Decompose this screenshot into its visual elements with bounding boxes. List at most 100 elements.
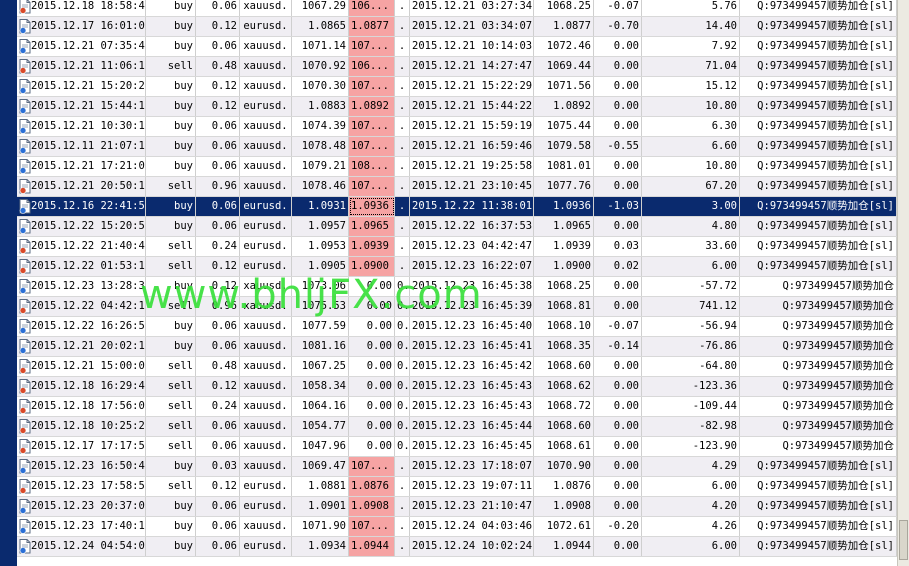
table-row[interactable]: 2015.12.18 18:58:41 buy 0.06 xauusd. 1067.29… (17, 0, 897, 17)
profit-cell: 3.00 (642, 197, 740, 216)
comment-cell: Q:973499457顺势加仓[sl] (740, 0, 897, 16)
table-row[interactable]: 2015.12.23 13:28:33 buy 0.12 xauusd. 1073.06… (17, 277, 897, 297)
table-row[interactable]: 2015.12.21 15:44:15 buy 0.12 eurusd. 1.0883 1… (17, 97, 897, 117)
table-row[interactable]: 2015.12.22 01:53:14 sell 0.12 eurusd. 1.0905… (17, 257, 897, 277)
table-row[interactable]: 2015.12.21 10:30:11 buy 0.06 xauusd. 1074.39… (17, 117, 897, 137)
lots-cell: 0.06 (196, 317, 240, 336)
buy-icon (19, 99, 31, 114)
commission-cell: 0.00 (594, 457, 642, 476)
type-cell: buy (146, 457, 196, 476)
table-row[interactable]: 2015.12.23 17:58:52 sell 0.12 eurusd. 1.0881… (17, 477, 897, 497)
profit-cell: 10.80 (642, 157, 740, 176)
open-time-cell: 2015.12.21 17:21:04 (17, 157, 146, 176)
comment-cell: Q:973499457顺势加仓[sl] (740, 517, 897, 536)
table-row[interactable]: 2015.12.22 21:40:46 sell 0.24 eurusd. 1.0953… (17, 237, 897, 257)
table-row[interactable]: 2015.12.18 17:56:07 sell 0.24 xauusd. 1064.1… (17, 397, 897, 417)
close-time-cell: 2015.12.22 16:37:53 (410, 217, 534, 236)
commission-cell: 0.00 (594, 537, 642, 556)
open-price-cell: 1.0957 (292, 217, 349, 236)
stop-loss-cell: 1.0965 (349, 217, 395, 236)
table-row[interactable]: 2015.12.21 20:02:19 buy 0.06 xauusd. 1081.16… (17, 337, 897, 357)
open-time-cell: 2015.12.23 20:37:02 (17, 497, 146, 516)
close-time-cell: 2015.12.23 16:45:41 (410, 337, 534, 356)
stop-loss-cell: 0.00 (349, 397, 395, 416)
table-row[interactable]: 2015.12.18 10:25:28 sell 0.06 xauusd. 1054.7… (17, 417, 897, 437)
table-row[interactable]: 2015.12.21 15:20:26 buy 0.12 xauusd. 1070.30… (17, 77, 897, 97)
open-price-cell: 1067.25 (292, 357, 349, 376)
close-price-cell: 1.0900 (534, 257, 594, 276)
close-time-cell: 2015.12.21 14:27:47 (410, 57, 534, 76)
type-cell: buy (146, 517, 196, 536)
table-row[interactable]: 2015.12.17 17:17:58 sell 0.06 xauusd. 1047.9… (17, 437, 897, 457)
lots-cell: 0.12 (196, 257, 240, 276)
symbol-cell: xauusd. (240, 417, 292, 436)
close-price-cell: 1068.10 (534, 317, 594, 336)
open-time-cell: 2015.12.21 20:50:10 (17, 177, 146, 196)
table-row[interactable]: 2015.12.23 20:37:02 buy 0.06 eurusd. 1.0901 1… (17, 497, 897, 517)
lots-cell: 0.06 (196, 0, 240, 16)
comment-cell: Q:973499457顺势加仓 (740, 437, 897, 456)
open-time-cell: 2015.12.21 11:06:13 (17, 57, 146, 76)
stop-loss-cell: 1.0939 (349, 237, 395, 256)
table-row[interactable]: 2015.12.22 15:20:59 buy 0.06 eurusd. 1.0957 1… (17, 217, 897, 237)
profit-cell: 10.80 (642, 97, 740, 116)
close-time-cell: 2015.12.23 19:07:11 (410, 477, 534, 496)
lots-cell: 0.96 (196, 297, 240, 316)
take-profit-cell: . (395, 177, 410, 196)
table-row[interactable]: 2015.12.21 20:50:10 sell 0.96 xauusd. 1078.4… (17, 177, 897, 197)
buy-icon (19, 39, 31, 54)
open-price-cell: 1064.16 (292, 397, 349, 416)
sell-icon (19, 0, 31, 14)
close-price-cell: 1068.25 (534, 277, 594, 296)
stop-loss-cell: 0.00 (349, 357, 395, 376)
buy-icon (19, 219, 31, 234)
type-cell: buy (146, 157, 196, 176)
lots-cell: 0.12 (196, 277, 240, 296)
scroll-thumb[interactable] (899, 520, 908, 560)
close-price-cell: 1068.25 (534, 0, 594, 16)
comment-cell: Q:973499457顺势加仓[sl] (740, 137, 897, 156)
take-profit-cell: . (395, 137, 410, 156)
stop-loss-cell: 107... (349, 457, 395, 476)
table-row[interactable]: 2015.12.22 16:26:58 buy 0.06 xauusd. 1077.59… (17, 317, 897, 337)
sell-icon (19, 59, 31, 74)
table-row[interactable]: 2015.12.21 15:00:00 sell 0.48 xauusd. 1067.2… (17, 357, 897, 377)
close-time-cell: 2015.12.24 10:02:24 (410, 537, 534, 556)
close-price-cell: 1068.35 (534, 337, 594, 356)
table-row[interactable]: 2015.12.18 16:29:41 sell 0.12 xauusd. 1058.3… (17, 377, 897, 397)
commission-cell: 0.00 (594, 437, 642, 456)
close-time-cell: 2015.12.23 16:22:07 (410, 257, 534, 276)
table-row[interactable]: 2015.12.22 04:42:12 sell 0.96 xauusd. 1075.5… (17, 297, 897, 317)
table-row[interactable]: 2015.12.21 07:35:49 buy 0.06 xauusd. 1071.14… (17, 37, 897, 57)
lots-cell: 0.24 (196, 237, 240, 256)
table-row[interactable]: 2015.12.23 17:40:17 buy 0.06 xauusd. 1071.90… (17, 517, 897, 537)
take-profit-cell: 0.00 (395, 337, 410, 356)
profit-cell: -123.90 (642, 437, 740, 456)
table-row[interactable]: 2015.12.16 22:41:58 buy 0.06 eurusd. 1.0931 1… (17, 197, 897, 217)
type-cell: buy (146, 137, 196, 156)
stop-loss-cell: 107... (349, 37, 395, 56)
lots-cell: 0.06 (196, 197, 240, 216)
open-time-cell: 2015.12.18 18:58:41 (17, 0, 146, 16)
stop-loss-cell: 1.0936 (349, 197, 395, 216)
buy-icon (19, 499, 31, 514)
table-row[interactable]: 2015.12.11 21:07:14 buy 0.06 xauusd. 1078.48… (17, 137, 897, 157)
symbol-cell: xauusd. (240, 157, 292, 176)
left-panel-edge (0, 0, 17, 566)
symbol-cell: xauusd. (240, 437, 292, 456)
table-row[interactable]: 2015.12.21 11:06:13 sell 0.48 xauusd. 1070.9… (17, 57, 897, 77)
symbol-cell: eurusd. (240, 217, 292, 236)
stop-loss-cell: 106... (349, 57, 395, 76)
lots-cell: 0.96 (196, 177, 240, 196)
type-cell: buy (146, 277, 196, 296)
open-price-cell: 1.0931 (292, 197, 349, 216)
stop-loss-cell: 1.0877 (349, 17, 395, 36)
table-row[interactable]: 2015.12.17 16:01:08 buy 0.12 eurusd. 1.0865 1… (17, 17, 897, 37)
vertical-scrollbar[interactable] (897, 0, 909, 566)
table-row[interactable]: 2015.12.23 16:50:49 buy 0.03 xauusd. 1069.47… (17, 457, 897, 477)
commission-cell: 0.00 (594, 157, 642, 176)
table-row[interactable]: 2015.12.21 17:21:04 buy 0.06 xauusd. 1079.21… (17, 157, 897, 177)
take-profit-cell: . (395, 237, 410, 256)
type-cell: sell (146, 177, 196, 196)
table-row[interactable]: 2015.12.24 04:54:02 buy 0.06 eurusd. 1.0934 1… (17, 537, 897, 557)
